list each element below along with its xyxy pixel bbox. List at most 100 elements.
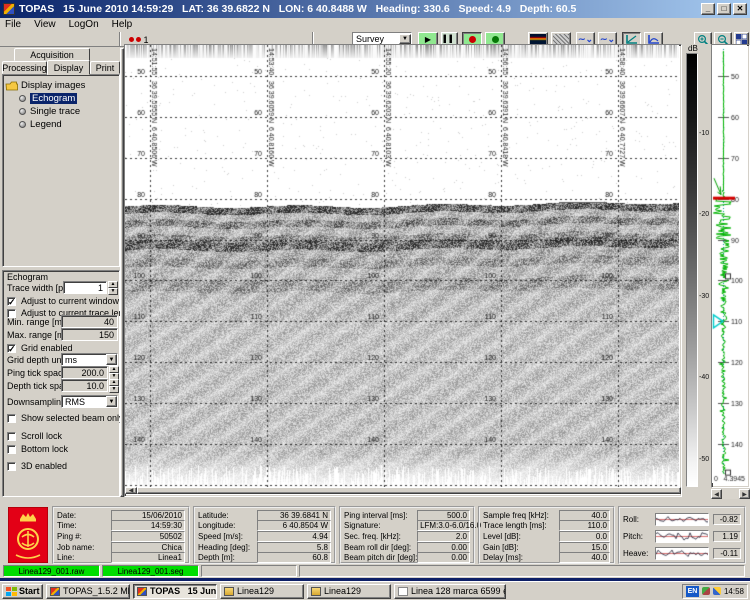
task-label: Linea129 xyxy=(324,586,361,596)
grid-depth-unit-label: Grid depth unit xyxy=(7,355,66,365)
info-value: 60.8 xyxy=(257,552,331,563)
language-indicator[interactable]: EN xyxy=(686,586,699,597)
min-range-label: Min. range [ms] xyxy=(7,317,69,327)
colorbar-unit-label: dB xyxy=(688,44,698,53)
downsampling-label: Downsampling xyxy=(7,397,66,407)
tab-processing[interactable]: Processing xyxy=(2,61,47,74)
echogram-scroll-thumb[interactable] xyxy=(137,487,681,494)
sphere-bullet-icon xyxy=(19,121,26,128)
heave-waveform xyxy=(655,547,709,560)
info-label: Ping interval [ms]: xyxy=(344,511,408,520)
scroll-lock-checkbox[interactable] xyxy=(7,432,16,441)
taskbar-task-1[interactable]: TOPAS_1.5.2 MkII xyxy=(46,584,130,599)
depth-tick-spinner[interactable]: ▲▼ xyxy=(109,379,119,392)
adjust-window-row[interactable]: ✓Adjust to current window xyxy=(7,296,119,306)
grid-enabled-checkbox[interactable]: ✓ xyxy=(7,344,16,353)
trace-hscrollbar[interactable]: ◀ ▶ xyxy=(711,489,750,499)
taskbar-task-2[interactable]: TOPAS 15 June 201... xyxy=(133,584,217,599)
tray-app-icon[interactable] xyxy=(702,587,710,595)
info-group-motion: Roll: -0.82 Pitch: 1.19 Heave: -0.11 xyxy=(618,506,746,564)
enable-3d-row[interactable]: 3D enabled xyxy=(7,461,67,471)
info-row: Delay [ms]:40.0 xyxy=(483,552,610,563)
roll-value: -0.82 xyxy=(713,514,741,525)
taskbar: Start TOPAS_1.5.2 MkII TOPAS 15 June 201.… xyxy=(0,581,750,600)
taskbar-task-3[interactable]: Linea129 xyxy=(220,584,304,599)
depth-tick-input[interactable]: 10.0 xyxy=(61,379,108,392)
grid-enabled-row[interactable]: ✓Grid enabled xyxy=(7,343,73,353)
tx-activity-icon xyxy=(129,37,134,42)
company-logo xyxy=(8,507,48,563)
echogram-hscrollbar[interactable]: ◀ xyxy=(125,487,681,494)
seg-file-status: Linea129_001.seg xyxy=(102,565,199,577)
sphere-bullet-icon xyxy=(19,108,26,115)
info-row: Sec. freq. [kHz]:2.0 xyxy=(344,531,470,542)
info-row: Level [dB]:0.0 xyxy=(483,531,610,542)
taskbar-task-5[interactable]: Linea 128 marca 6599 er... xyxy=(394,584,506,599)
info-label: Longitude: xyxy=(198,521,235,530)
task-label: TOPAS 15 June 201... xyxy=(150,586,217,596)
tree-root-display-images[interactable]: Display images xyxy=(5,79,117,92)
start-button[interactable]: Start xyxy=(2,584,43,599)
show-beam-row[interactable]: Show selected beam only xyxy=(7,413,124,423)
roll-waveform xyxy=(655,513,709,526)
ping-tick-spinner[interactable]: ▲▼ xyxy=(109,366,119,379)
app-icon xyxy=(50,587,60,596)
trace-width-input[interactable]: 1 xyxy=(63,281,107,294)
trace-scroll-right-icon[interactable]: ▶ xyxy=(739,489,750,499)
dropdown-arrow-icon[interactable]: ▼ xyxy=(399,34,411,44)
tab-print[interactable]: Print xyxy=(90,61,120,74)
pitch-row: Pitch: 1.19 xyxy=(623,528,741,545)
info-value: 5.8 xyxy=(257,542,331,553)
info-group-receive: Sample freq [kHz]:40.0Trace length [ms]:… xyxy=(478,506,615,564)
tab-display[interactable]: Display xyxy=(47,60,90,75)
maximize-button[interactable]: □ xyxy=(717,3,731,15)
tree-item-legend[interactable]: Legend xyxy=(19,118,117,131)
tree-item-single-trace[interactable]: Single trace xyxy=(19,105,117,118)
colorbar-region: dB -10-20-30-40-50 xyxy=(682,44,711,497)
colorbar-tick-label: -40 xyxy=(699,374,709,381)
info-label: Beam pitch dir [deg]: xyxy=(344,553,417,562)
info-value: 0.00 xyxy=(417,542,470,553)
record-seg-icon xyxy=(492,36,499,43)
title-bar: TOPAS 15 June 2010 14:59:29 LAT: 36 39.6… xyxy=(0,0,750,18)
grid-depth-unit-arrow-icon[interactable]: ▼ xyxy=(106,354,117,365)
scroll-lock-row[interactable]: Scroll lock xyxy=(7,431,62,441)
info-label: Date: xyxy=(57,511,76,520)
trace-scroll-left-icon[interactable]: ◀ xyxy=(711,489,722,499)
info-row: Trace length [ms]:110.0 xyxy=(483,521,610,532)
taskbar-task-4[interactable]: Linea129 xyxy=(307,584,391,599)
bottom-lock-checkbox[interactable] xyxy=(7,445,16,454)
max-range-input[interactable]: 150 xyxy=(61,328,118,341)
info-group-navigation: Latitude:36 39.6841 NLongitude:6 40.8504… xyxy=(193,506,336,564)
close-button[interactable]: ✕ xyxy=(733,3,747,15)
info-group-general: Date:15/06/2010Time:14:59:30Ping #:50502… xyxy=(52,506,190,564)
ping-tick-input[interactable]: 200.0 xyxy=(61,366,108,379)
info-row: Time:14:59:30 xyxy=(57,521,185,532)
menu-item-view[interactable]: View xyxy=(34,19,56,30)
minimize-button[interactable]: _ xyxy=(701,3,715,15)
enable-3d-checkbox[interactable] xyxy=(7,462,16,471)
echogram-display-panel: ◀ xyxy=(124,44,682,497)
echogram-canvas[interactable] xyxy=(125,45,679,487)
downsampling-arrow-icon[interactable]: ▼ xyxy=(106,396,117,407)
min-range-input[interactable]: 40 xyxy=(61,315,118,328)
menu-item-file[interactable]: File xyxy=(5,19,21,30)
tray-volume-icon[interactable] xyxy=(713,587,721,595)
folder-icon xyxy=(5,81,18,91)
doc-icon xyxy=(398,587,408,596)
folder-icon xyxy=(224,587,234,596)
info-row: Speed [m/s]:4.94 xyxy=(198,531,331,542)
menu-item-help[interactable]: Help xyxy=(112,19,133,30)
task-label: Linea 128 marca 6599 er... xyxy=(411,586,506,596)
trace-width-spinner[interactable]: ▲▼ xyxy=(108,281,118,294)
adjust-window-checkbox[interactable]: ✓ xyxy=(7,297,16,306)
show-beam-checkbox[interactable] xyxy=(7,414,16,423)
menu-item-logon[interactable]: LogOn xyxy=(69,19,99,30)
single-trace-canvas[interactable] xyxy=(712,45,747,483)
scroll-left-icon[interactable]: ◀ xyxy=(125,487,137,494)
info-value: 36 39.6841 N xyxy=(257,510,331,521)
bottom-lock-row[interactable]: Bottom lock xyxy=(7,444,68,454)
tree-item-echogram[interactable]: Echogram xyxy=(19,92,117,105)
tree-item-label: Single trace xyxy=(30,106,80,117)
sphere-bullet-icon xyxy=(19,95,26,102)
